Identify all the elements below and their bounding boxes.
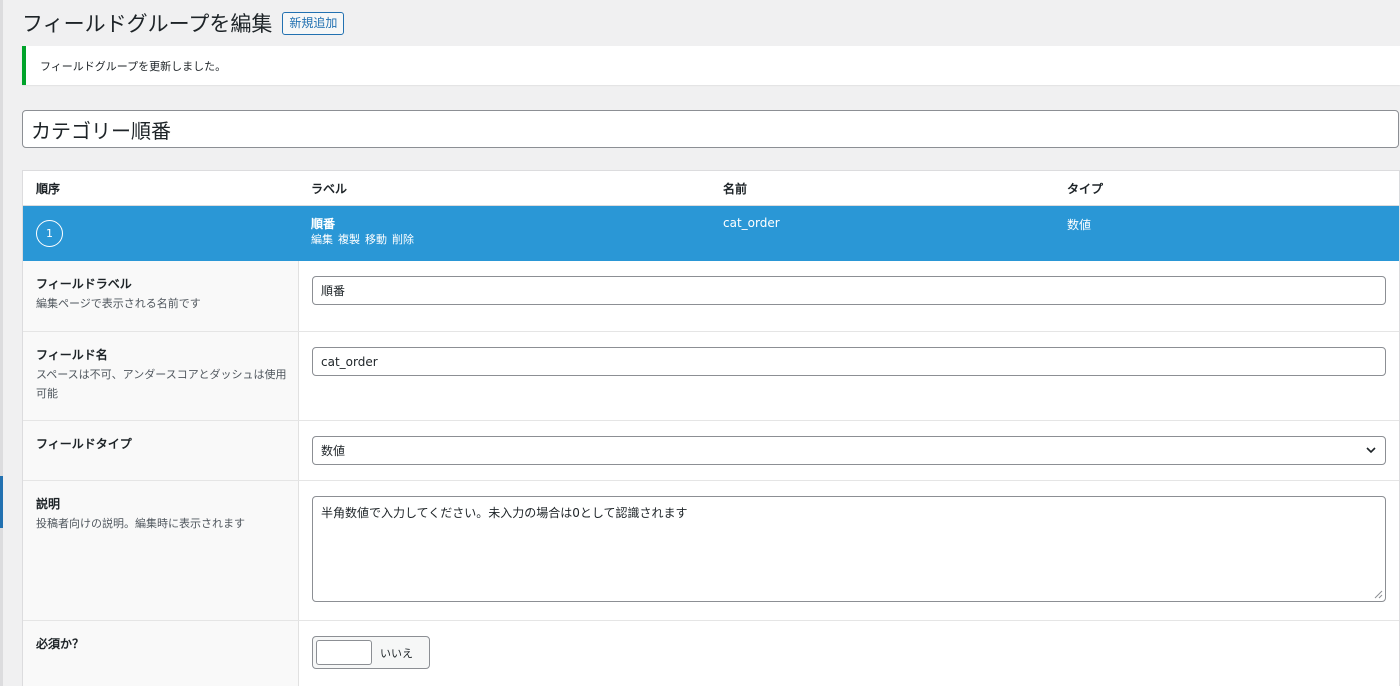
field-group-title-input[interactable]: カテゴリー順番 [22,110,1399,148]
setting-description: 編集ページで表示される名前です [36,297,201,310]
setting-required: 必須か？ いいえ [23,621,1399,686]
notice-message: フィールドグループを更新しました。 [40,59,227,73]
page-header: フィールドグループを編集 新規追加 [22,7,345,39]
column-header-name: 名前 [723,181,748,196]
resize-grip-icon[interactable] [1373,589,1383,599]
toggle-state-label: いいえ [380,646,413,660]
fields-table-header: 順序 ラベル 名前 タイプ [23,171,1399,206]
description-textarea-value: 半角数値で入力してください。未入力の場合は0として認識されます [321,506,688,520]
field-row-actions: 編集 複製 移動 削除 [311,232,414,248]
field-row-selected[interactable]: 1 順番 編集 複製 移動 削除 cat_order 数値 [23,206,1399,261]
setting-input-column: 順番 [299,261,1399,331]
setting-field-name: フィールド名 スペースは不可、アンダースコアとダッシュは使用可能 cat_ord… [23,332,1399,421]
add-new-button[interactable]: 新規追加 [282,11,345,35]
setting-title: フィールドラベル [36,277,132,291]
required-toggle[interactable]: いいえ [312,636,430,669]
field-type-select[interactable]: 数値 [312,436,1386,465]
duplicate-field-link[interactable]: 複製 [338,232,360,248]
setting-field-type: フィールドタイプ 数値 [23,421,1399,481]
admin-sidebar-edge [0,0,3,686]
setting-input-column: cat_order [299,332,1399,420]
field-name-input[interactable]: cat_order [312,347,1386,376]
move-field-link[interactable]: 移動 [365,232,387,248]
fields-panel: 順序 ラベル 名前 タイプ 1 順番 編集 複製 移動 削除 cat_order… [22,170,1400,686]
chevron-down-icon [1366,447,1376,454]
page-title: フィールドグループを編集 [22,12,273,36]
edit-field-link[interactable]: 編集 [311,232,333,248]
setting-description: スペースは不可、アンダースコアとダッシュは使用可能 [36,368,287,400]
field-order-badge[interactable]: 1 [36,220,63,247]
setting-title: フィールドタイプ [36,437,132,451]
setting-field-label: フィールドラベル 編集ページで表示される名前です 順番 [23,261,1399,332]
description-textarea[interactable]: 半角数値で入力してください。未入力の場合は0として認識されます [312,496,1386,602]
setting-title: 必須か？ [36,637,85,651]
toggle-knob[interactable] [316,640,372,665]
field-label-cell: 順番 編集 複製 移動 削除 [311,216,414,248]
setting-description: 投稿者向けの説明。編集時に表示されます [36,517,245,530]
setting-title: 説明 [36,497,61,511]
admin-sidebar-active-marker [0,476,3,528]
update-notice: フィールドグループを更新しました。 [22,46,1400,85]
setting-label-column: フィールドタイプ [23,421,299,480]
delete-field-link[interactable]: 削除 [392,232,414,248]
setting-input-column: 半角数値で入力してください。未入力の場合は0として認識されます [299,481,1399,620]
column-header-label: ラベル [311,181,348,196]
column-header-type: タイプ [1067,181,1104,196]
field-row-name: cat_order [723,216,780,230]
field-type-select-wrapper[interactable]: 数値 [312,436,1386,465]
field-label-input[interactable]: 順番 [312,276,1386,305]
setting-input-column: いいえ [299,621,1399,686]
setting-input-column: 数値 [299,421,1399,480]
setting-label-column: 必須か？ [23,621,299,686]
setting-label-column: 説明 投稿者向けの説明。編集時に表示されます [23,481,299,620]
field-row-label[interactable]: 順番 [311,216,414,232]
setting-description-field: 説明 投稿者向けの説明。編集時に表示されます 半角数値で入力してください。未入力… [23,481,1399,621]
setting-title: フィールド名 [36,348,108,362]
setting-label-column: フィールドラベル 編集ページで表示される名前です [23,261,299,331]
column-header-order: 順序 [36,181,61,196]
setting-label-column: フィールド名 スペースは不可、アンダースコアとダッシュは使用可能 [23,332,299,420]
field-row-type: 数値 [1067,218,1092,232]
